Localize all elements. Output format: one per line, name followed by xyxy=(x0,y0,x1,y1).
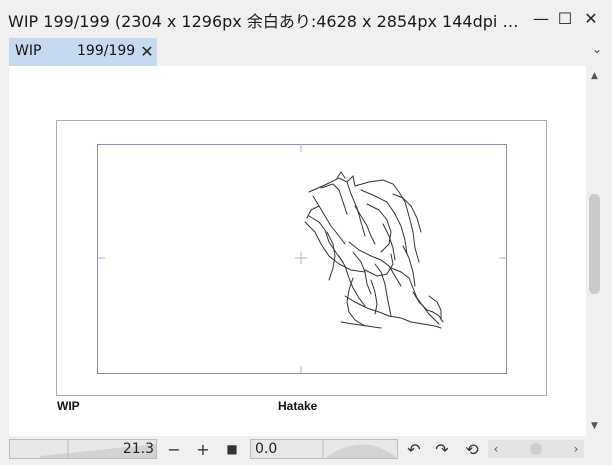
horizontal-scrollbar[interactable]: ‹ › xyxy=(488,440,584,458)
tab-label: WIP xyxy=(15,43,42,59)
footer-author: Hatake xyxy=(278,399,318,413)
tab-close-icon[interactable]: ✕ xyxy=(139,40,155,62)
rotation-value[interactable]: 0.0 xyxy=(255,441,277,457)
tab-list-chevron-icon[interactable]: ⌄ xyxy=(592,42,602,56)
scroll-down-icon[interactable]: ▼ xyxy=(586,418,603,434)
maximize-button[interactable]: ☐ xyxy=(552,5,578,31)
scroll-thumb[interactable] xyxy=(589,194,600,294)
scroll-up-icon[interactable]: ▲ xyxy=(586,68,603,84)
tab-page-count: 199/199 xyxy=(77,43,136,59)
zoom-out-button[interactable]: − xyxy=(164,439,184,459)
rotation-slider[interactable]: 0.0 xyxy=(250,439,398,459)
status-bar: 21.3 − + ■ 0.0 ↶ ↷ ⟲ ‹ › xyxy=(0,436,612,465)
zoom-value[interactable]: 21.3 xyxy=(123,441,154,457)
vertical-scrollbar[interactable]: ▲ ▼ xyxy=(586,66,603,436)
scroll-position-dot[interactable] xyxy=(530,443,542,455)
tab-bar: WIP 199/199 ✕ ⌄ xyxy=(0,36,612,66)
rotate-right-button[interactable]: ↷ xyxy=(432,439,452,459)
sketch-drawing xyxy=(304,171,444,329)
fit-view-button[interactable]: ■ xyxy=(222,439,242,459)
footer-title: WIP xyxy=(57,399,80,413)
scroll-right-icon[interactable]: › xyxy=(568,440,584,458)
reset-rotation-button[interactable]: ⟲ xyxy=(462,439,482,459)
rotate-left-button[interactable]: ↶ xyxy=(404,439,424,459)
window-title: WIP 199/199 (2304 x 1296px 余白あり:4628 x 2… xyxy=(8,12,520,31)
close-button[interactable]: ✕ xyxy=(578,5,604,31)
zoom-slider[interactable]: 21.3 xyxy=(9,439,157,459)
canvas-area[interactable]: WIP Hatake xyxy=(9,66,586,436)
tab-canvas[interactable]: WIP 199/199 ✕ xyxy=(9,38,157,66)
minimize-button[interactable]: — xyxy=(528,5,554,31)
scroll-left-icon[interactable]: ‹ xyxy=(488,440,504,458)
canvas-sketch xyxy=(97,144,507,374)
title-bar: WIP 199/199 (2304 x 1296px 余白あり:4628 x 2… xyxy=(0,0,612,36)
zoom-in-button[interactable]: + xyxy=(193,439,213,459)
